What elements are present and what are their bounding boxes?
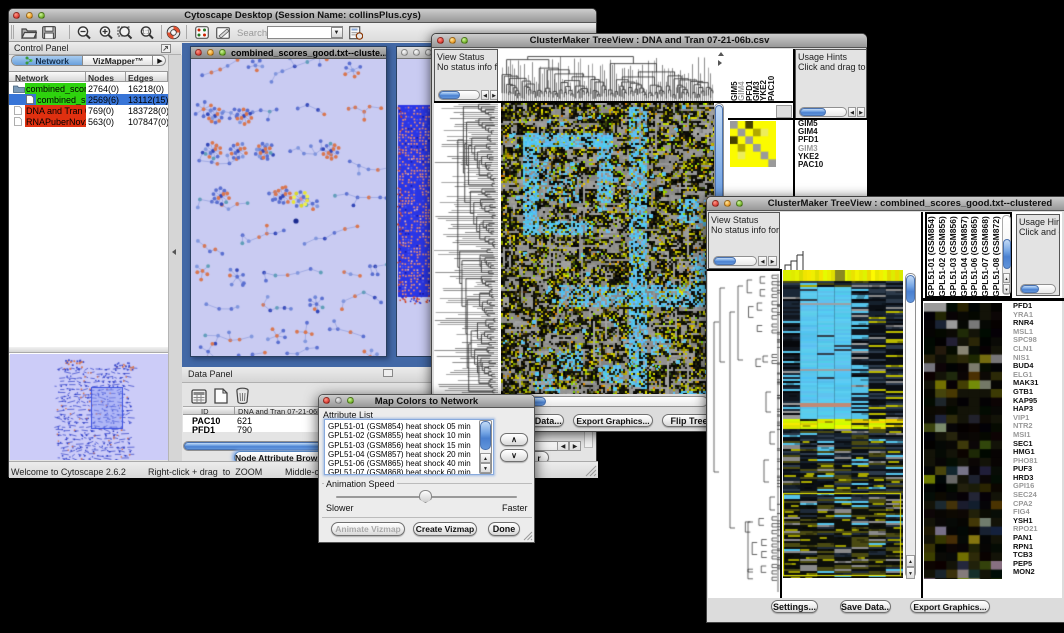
- svg-text:1:1: 1:1: [142, 30, 150, 36]
